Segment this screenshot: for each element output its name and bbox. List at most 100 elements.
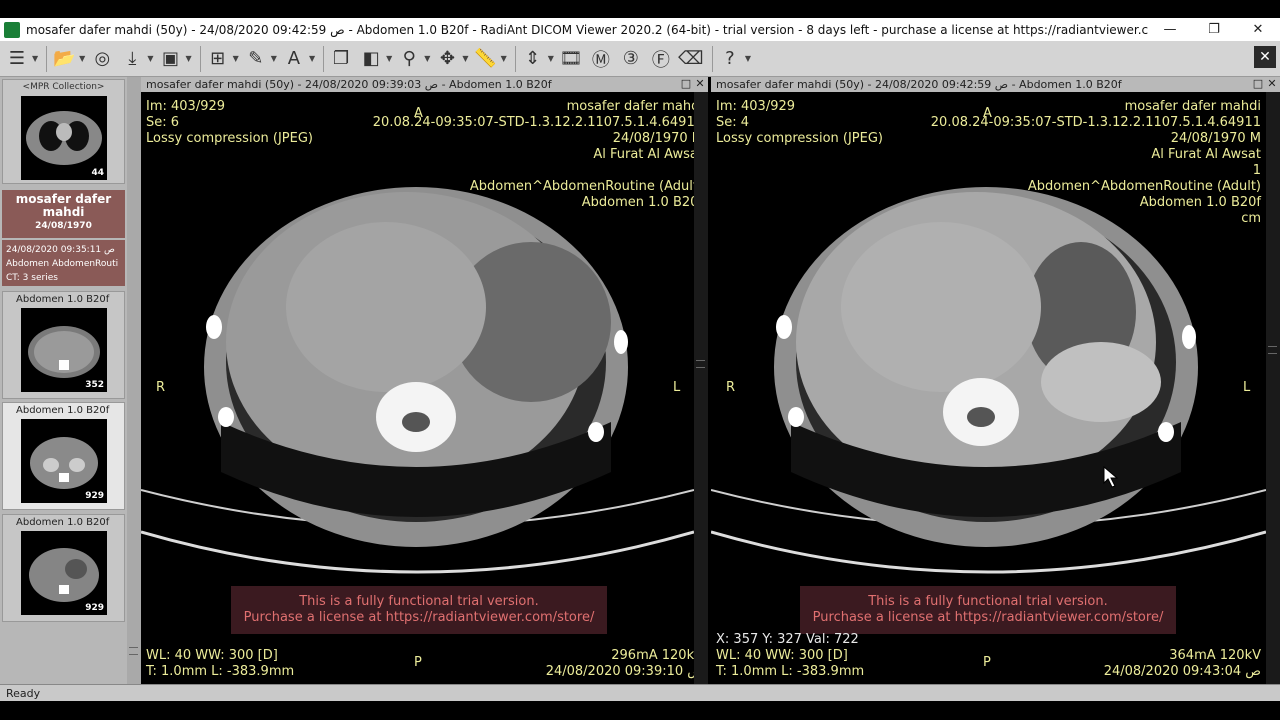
image-canvas[interactable]: Im: 403/929 Se: 4 Lossy compression (JPE… <box>711 92 1280 684</box>
patient-dob-overlay: 24/08/1970 M <box>612 131 703 146</box>
series-thumbnail[interactable]: Abdomen 1.0 B20f 352 <box>2 291 125 399</box>
orientation-left: R <box>726 380 736 395</box>
menu-icon: ☰ <box>8 48 26 69</box>
image-canvas[interactable]: Im: 403/929 Se: 6 Lossy compression (JPE… <box>141 92 708 684</box>
acquisition-time-overlay: 24/08/2020 09:43:04 ص <box>1103 664 1261 679</box>
ruler-button[interactable]: 📏 ▼ <box>473 45 506 73</box>
image-index: Im: 403/929 <box>146 99 226 114</box>
pan-icon: ✥ <box>439 48 455 69</box>
download-button[interactable]: ⤓ ▼ <box>119 45 153 73</box>
orientation-top: A <box>983 106 992 121</box>
help-button[interactable]: ? ▼ <box>717 45 751 73</box>
window-level-button[interactable]: ✎ ▼ <box>243 45 277 73</box>
layout-button[interactable]: ⊞ ▼ <box>205 45 239 73</box>
pan-button[interactable]: ✥ ▼ <box>434 45 469 73</box>
series-label: Abdomen 1.0 B20f <box>16 405 110 416</box>
trial-line-1: This is a fully functional trial version… <box>868 594 1108 609</box>
study-uid-overlay: 20.08.24-09:35:07-STD-1.3.12.2.1107.5.1.… <box>930 115 1261 130</box>
viewport-title: mosafer dafer mahdi (50y) - 24/08/2020 0… <box>146 78 552 91</box>
orientation-bottom: P <box>983 655 991 670</box>
series-desc-overlay: Abdomen 1.0 B20f <box>1139 195 1261 210</box>
scroll-thumb[interactable] <box>696 360 705 368</box>
viewport-left[interactable]: mosafer dafer mahdi (50y) - 24/08/2020 0… <box>141 77 708 684</box>
series-label: Abdomen 1.0 B20f <box>16 294 110 305</box>
text-annotation-icon: A <box>287 48 301 69</box>
compression-info: Lossy compression (JPEG) <box>716 131 884 146</box>
series-preview: 352 <box>21 308 107 392</box>
scroll-icon: ⇕ <box>525 48 541 69</box>
panel-close-button[interactable]: ✕ <box>1254 46 1276 68</box>
cd-button[interactable]: ◎ <box>89 45 115 73</box>
close-icon[interactable]: ✕ <box>694 78 706 90</box>
orientation-bottom: P <box>414 655 422 670</box>
toolbar-separator <box>46 45 48 72</box>
window-level-overlay: WL: 40 WW: 300 [D] <box>716 648 848 663</box>
menu-button[interactable]: ☰ ▼ <box>4 45 38 73</box>
ruler-icon: 📏 <box>474 48 497 69</box>
trial-line-2: Purchase a license at https://radiantvie… <box>243 610 595 625</box>
fusion-button[interactable]: Ⓕ <box>648 45 674 73</box>
zoom-button[interactable]: ⚲ ▼ <box>396 45 431 73</box>
series-thumbnail[interactable]: Abdomen 1.0 B20f 929 <box>2 402 125 510</box>
series-sync-icon: ❐ <box>333 48 350 69</box>
invert-button[interactable]: ◧ ▼ <box>358 45 393 73</box>
erase-icon: ⌫ <box>678 48 704 69</box>
study-card[interactable]: 24/08/2020 09:35:11 ص Abdomen AbdomenRou… <box>2 240 125 286</box>
3d-button[interactable]: ③ <box>618 45 644 73</box>
splitter-grip[interactable] <box>129 647 138 655</box>
maximize-icon[interactable]: □ <box>680 78 692 90</box>
maximize-icon[interactable]: □ <box>1252 78 1264 90</box>
3d-icon: ③ <box>622 48 639 69</box>
viewport-scrollbar[interactable] <box>694 92 708 684</box>
scroll-thumb[interactable] <box>1268 346 1277 354</box>
scroll-button[interactable]: ⇕ ▼ <box>520 45 554 73</box>
chevron-down-icon: ▼ <box>462 54 469 63</box>
exposure-overlay: 364mA 120kV <box>1169 648 1261 663</box>
trial-banner: This is a fully functional trial version… <box>800 586 1176 634</box>
slice-thickness-overlay: T: 1.0mm L: -383.9mm <box>716 664 865 679</box>
mpr-button[interactable]: Ⓜ <box>588 45 614 73</box>
series-thumbnail[interactable]: Abdomen 1.0 B20f 929 <box>2 514 125 622</box>
viewport-scrollbar[interactable] <box>1266 92 1280 684</box>
series-sync-button[interactable]: ❐ <box>328 45 354 73</box>
text-annotation-button[interactable]: A ▼ <box>281 45 315 73</box>
panel-splitter[interactable] <box>127 77 141 684</box>
save-button[interactable]: ▣ ▼ <box>157 45 192 73</box>
erase-button[interactable]: ⌫ <box>678 45 704 73</box>
protocol-overlay: Abdomen^AbdomenRoutine (Adult) <box>1027 179 1261 194</box>
restore-button[interactable]: ❐ <box>1192 22 1236 37</box>
unit-overlay: cm <box>1241 211 1261 226</box>
institution-overlay: Al Furat Al Awsat <box>593 147 703 162</box>
layout-icon: ⊞ <box>210 48 226 69</box>
series-number: Se: 6 <box>146 115 180 130</box>
viewport-right[interactable]: mosafer dafer mahdi (50y) - 24/08/2020 0… <box>711 77 1280 684</box>
invert-icon: ◧ <box>362 48 380 69</box>
close-button[interactable]: ✕ <box>1236 22 1280 37</box>
zoom-icon: ⚲ <box>402 48 416 69</box>
film-button[interactable]: 🎞 <box>558 45 584 73</box>
close-icon[interactable]: ✕ <box>1266 78 1278 90</box>
viewport-title: mosafer dafer mahdi (50y) - 24/08/2020 0… <box>716 78 1122 91</box>
chevron-down-icon: ▼ <box>744 54 752 63</box>
viewport-header: mosafer dafer mahdi (50y) - 24/08/2020 0… <box>711 77 1280 92</box>
patient-name: mosafer dafer mahdi <box>15 192 112 219</box>
patient-card[interactable]: mosafer dafer mahdi 24/08/1970 <box>2 190 125 238</box>
chevron-down-icon: ▼ <box>147 54 154 63</box>
series-preview: 929 <box>21 531 107 615</box>
chevron-down-icon: ▼ <box>270 54 277 63</box>
minimize-button[interactable]: — <box>1148 22 1192 37</box>
mpr-collection[interactable]: <MPR Collection> 44 <box>2 79 125 184</box>
help-icon: ? <box>725 48 735 69</box>
orientation-top: A <box>414 106 423 121</box>
image-count: 929 <box>85 603 104 613</box>
toolbar: ☰ ▼ 📂 ▼ ◎ ⤓ ▼ ▣ ▼ ⊞ ▼ ✎ ▼ A ▼ ❐ ◧ ▼ ⚲ ▼ ✥ ▼ 📏 ▼ ⇕ ▼ … <box>0 41 1280 77</box>
trial-banner: This is a fully functional trial version… <box>231 586 607 634</box>
series-desc-overlay: Abdomen 1.0 B20f <box>581 195 703 210</box>
toolbar-separator <box>199 45 201 72</box>
image-count: 44 <box>91 168 104 178</box>
chevron-down-icon: ▼ <box>185 54 192 63</box>
open-button[interactable]: 📂 ▼ <box>51 45 85 73</box>
fusion-f-icon: Ⓕ <box>651 49 670 71</box>
cd-icon: ◎ <box>94 48 111 69</box>
institution-overlay: Al Furat Al Awsat <box>1151 147 1261 162</box>
